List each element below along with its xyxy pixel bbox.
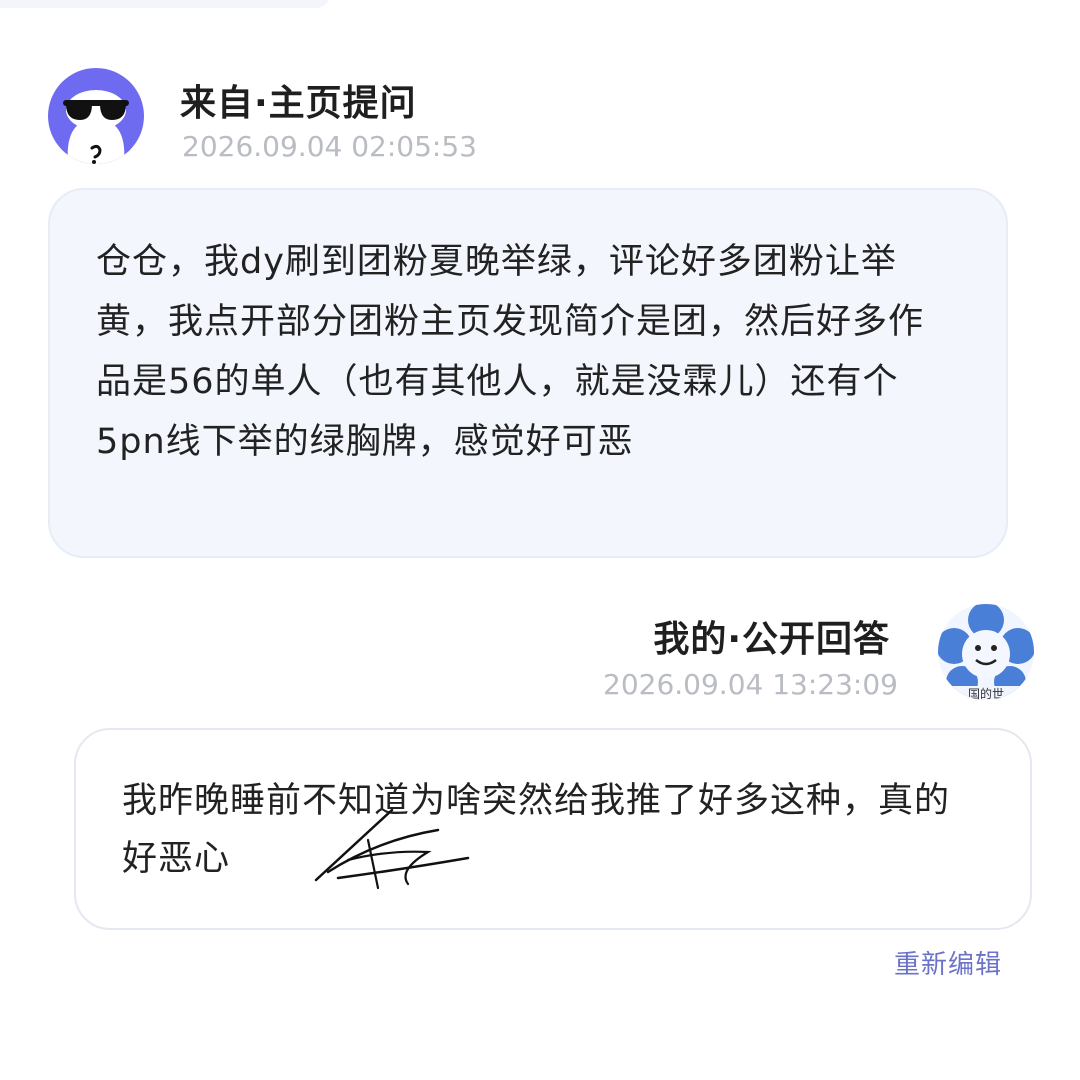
answer-header: 我的·公开回答 2026.09.04 13:23:09 国的世 xyxy=(534,604,1034,704)
top-bar-remnant xyxy=(0,0,330,8)
question-source-title: 来自·主页提问 xyxy=(180,83,417,124)
my-avatar[interactable]: 国的世 xyxy=(938,604,1034,700)
blue-flower-face-icon: 国的世 xyxy=(938,604,1034,700)
re-edit-link[interactable]: 重新编辑 xyxy=(894,944,1002,981)
question-text: 仓仓，我dy刷到团粉夏晚举绿，评论好多团粉让举黄，我点开部分团粉主页发现简介是团… xyxy=(96,242,925,462)
answer-title: 我的·公开回答 xyxy=(653,619,890,660)
avatar-caption: 国的世 xyxy=(968,686,1004,700)
question-bubble: 仓仓，我dy刷到团粉夏晚举绿，评论好多团粉让举黄，我点开部分团粉主页发现简介是团… xyxy=(48,188,1008,558)
sunglasses-face-icon xyxy=(63,90,129,164)
answer-text: 我昨晚睡前不知道为啥突然给我推了好多这种，真的好恶心 xyxy=(122,781,951,879)
asker-avatar[interactable] xyxy=(48,68,144,164)
question-timestamp: 2026.09.04 02:05:53 xyxy=(182,130,477,163)
answer-bubble[interactable]: 我昨晚睡前不知道为啥突然给我推了好多这种，真的好恶心 xyxy=(74,728,1032,930)
answer-timestamp: 2026.09.04 13:23:09 xyxy=(603,668,898,701)
